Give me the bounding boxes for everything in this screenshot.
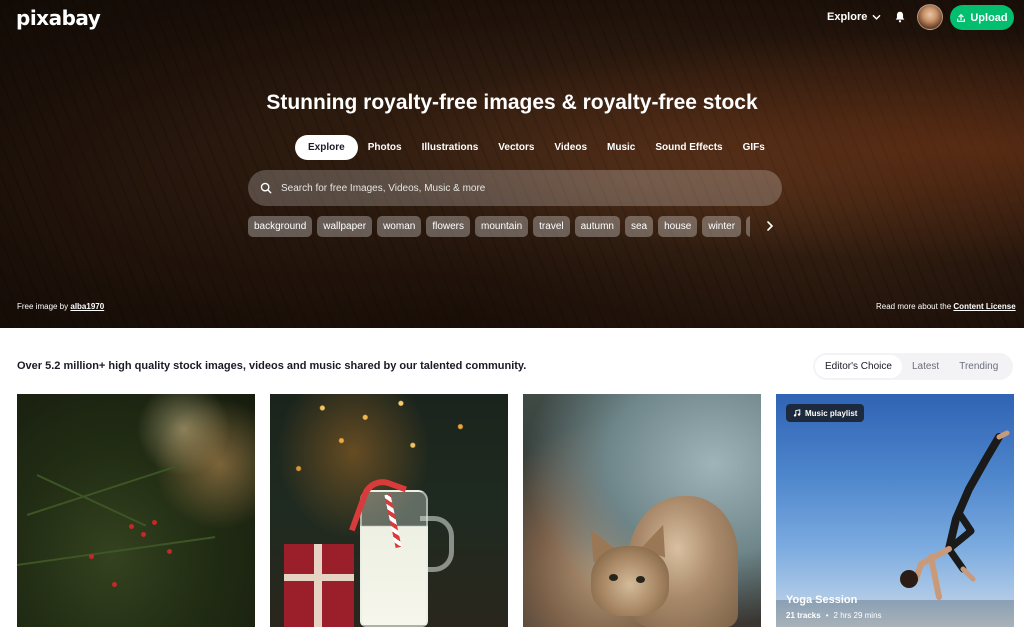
pixabay-logo[interactable]: pixabay (16, 6, 101, 30)
upload-button[interactable]: Upload (950, 5, 1014, 30)
playlist-meta: 21 tracks • 2 hrs 29 mins (786, 611, 882, 620)
chip-background[interactable]: background (248, 216, 313, 237)
playlist-title: Yoga Session (786, 594, 858, 606)
music-note-icon (793, 409, 801, 417)
tab-illustrations[interactable]: Illustrations (412, 135, 489, 160)
image-card-milk-jar[interactable] (270, 394, 508, 627)
search-bar (248, 170, 782, 206)
chip-winter[interactable]: winter (702, 216, 742, 237)
search-input[interactable] (281, 182, 761, 194)
sort-trending[interactable]: Trending (949, 355, 1008, 378)
music-playlist-badge: Music playlist (786, 404, 865, 422)
upload-label: Upload (970, 11, 1008, 24)
chip-tree[interactable]: tree (746, 216, 750, 237)
chip-travel[interactable]: travel (533, 216, 570, 237)
image-card-pine-branch[interactable] (17, 394, 255, 627)
license-note: Read more about the Content License (876, 302, 1016, 311)
content-license-link[interactable]: Content License (953, 302, 1015, 311)
image-credit: Free image by alba1970 (17, 302, 104, 311)
chip-mountain[interactable]: mountain (475, 216, 529, 237)
yoga-figure-illustration (900, 430, 1010, 600)
credit-user-link[interactable]: alba1970 (70, 302, 104, 311)
tab-videos[interactable]: Videos (544, 135, 597, 160)
explore-menu[interactable]: Explore (827, 11, 881, 23)
tab-gifs[interactable]: GIFs (733, 135, 775, 160)
chip-autumn[interactable]: autumn (574, 216, 620, 237)
sort-toggle: Editor's Choice Latest Trending (813, 353, 1013, 380)
image-card-kitten[interactable] (523, 394, 761, 627)
tab-vectors[interactable]: Vectors (488, 135, 544, 160)
user-avatar[interactable] (917, 4, 943, 30)
playlist-track-count: 21 tracks (786, 611, 821, 620)
license-prefix: Read more about the (876, 302, 952, 311)
search-icon (260, 182, 272, 194)
playlist-separator: • (825, 611, 829, 620)
tab-explore[interactable]: Explore (295, 135, 358, 160)
playlist-badge-label: Music playlist (805, 408, 858, 418)
explore-label: Explore (827, 11, 868, 23)
suggested-searches: background wallpaper woman flowers mount… (248, 216, 750, 237)
music-playlist-card[interactable]: Music playlist Yoga Session 21 tracks • … (776, 394, 1014, 627)
chip-flowers[interactable]: flowers (426, 216, 471, 237)
chevron-down-icon (872, 14, 881, 20)
upload-icon (957, 13, 966, 22)
credit-prefix: Free image by (17, 302, 69, 311)
bell-icon[interactable] (893, 10, 907, 24)
tab-music[interactable]: Music (597, 135, 645, 160)
sort-editors-choice[interactable]: Editor's Choice (815, 355, 902, 378)
media-type-tabs: Explore Photos Illustrations Vectors Vid… (295, 135, 775, 160)
sort-latest[interactable]: Latest (902, 355, 949, 378)
tab-photos[interactable]: Photos (358, 135, 412, 160)
chip-sea[interactable]: sea (624, 216, 654, 237)
playlist-duration: 2 hrs 29 mins (833, 611, 882, 620)
chip-wallpaper[interactable]: wallpaper (317, 216, 373, 237)
tab-sound-effects[interactable]: Sound Effects (645, 135, 732, 160)
hero-banner: pixabay Explore Upload Stunning royalty-… (0, 0, 1024, 328)
chip-house[interactable]: house (658, 216, 698, 237)
chevron-right-icon[interactable] (763, 219, 777, 233)
hero-headline: Stunning royalty-free images & royalty-f… (266, 91, 758, 114)
site-tagline: Over 5.2 million+ high quality stock ima… (17, 360, 527, 372)
chip-woman[interactable]: woman (377, 216, 422, 237)
